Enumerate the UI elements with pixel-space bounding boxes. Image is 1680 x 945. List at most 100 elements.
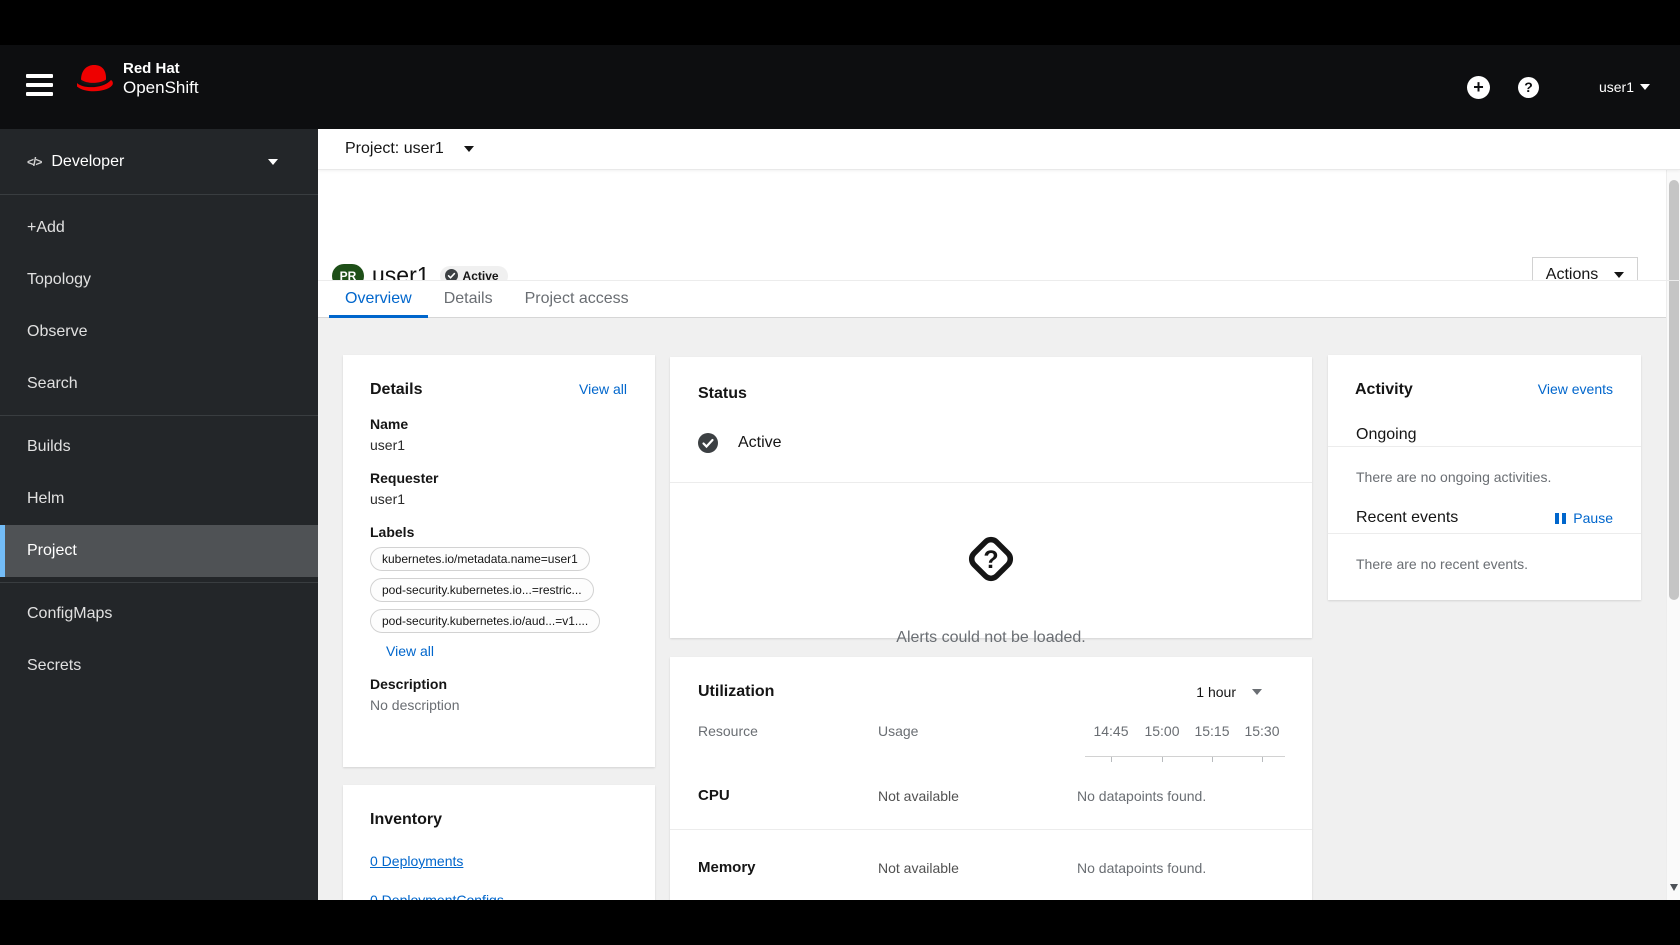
sidebar-item-helm[interactable]: Helm [0,473,318,525]
status-card: Status Active ? Alerts could not be load… [670,357,1312,646]
scroll-down-arrow-icon[interactable] [1670,884,1678,891]
details-card: Details View all Name user1 Requester us… [343,355,655,767]
sidebar-divider [0,415,318,416]
main-area: Project: user1 PR user1 Active Actions O… [318,129,1680,900]
usage-value: Not available [878,859,959,876]
letterbox-bottom [0,900,1680,945]
sidebar-item-configmaps[interactable]: ConfigMaps [0,588,318,640]
recent-events-section-title: Recent events [1356,509,1459,526]
ongoing-section-title: Ongoing [1356,426,1417,443]
overview-content: Details View all Name user1 Requester us… [318,318,1680,900]
sidebar-item-builds[interactable]: Builds [0,421,318,473]
sidebar-item-add[interactable]: +Add [0,202,318,254]
scrollbar-thumb[interactable] [1669,180,1679,600]
sidebar-item-observe[interactable]: Observe [0,306,318,358]
caret-down-icon [463,146,474,152]
tab-details[interactable]: Details [428,280,509,317]
utilization-card-title: Utilization [698,683,775,700]
project-status-text: Active [738,434,782,451]
tab-overview[interactable]: Overview [329,280,428,318]
project-bar: Project: user1 [318,129,1680,170]
status-card-title: Status [698,385,747,402]
details-card-title: Details [370,381,423,398]
sidebar-divider [0,582,318,583]
time-axis-label: 15:30 [1244,723,1280,739]
project-selector[interactable]: Project: user1 [345,140,474,158]
inventory-deployments-link[interactable]: 0 Deployments [370,853,628,869]
help-button[interactable]: ? [1517,76,1539,98]
sidebar-item-secrets[interactable]: Secrets [0,640,318,692]
brand-name-openshift: OpenShift [123,77,199,97]
duration-select[interactable]: 1 hour [1196,684,1262,700]
labels-view-all-link[interactable]: View all [386,643,434,659]
name-value: user1 [370,437,406,453]
inventory-card: Inventory 0 Deployments 0 DeploymentConf… [343,785,655,900]
quick-create-button[interactable]: + [1466,75,1490,99]
pause-events-button[interactable]: Pause [1555,510,1613,526]
letterbox-top [0,0,1680,45]
label-chip[interactable]: pod-security.kubernetes.io/aud...=v1.... [370,609,601,633]
view-events-link[interactable]: View events [1538,381,1613,397]
details-view-all-link[interactable]: View all [579,381,627,397]
resource-name[interactable]: Memory [698,859,878,876]
recent-events-empty-message: There are no recent events. [1356,556,1528,572]
activity-card-title: Activity [1355,381,1413,398]
pause-icon [1555,512,1567,524]
username: user1 [1598,79,1634,95]
alerts-empty-state: ? Alerts could not be loaded. [670,483,1312,647]
project-status-row: Active [670,403,1312,482]
sidebar: </> Developer +Add Topology Observe Sear… [0,129,318,900]
code-icon: </> [27,154,42,169]
time-axis-label: 15:00 [1144,723,1180,739]
pause-label: Pause [1573,510,1613,526]
nav-toggle-button[interactable] [26,74,53,101]
time-axis [1085,756,1285,762]
caret-down-icon [1252,689,1262,695]
description-label: Description [370,676,448,692]
vertical-scrollbar[interactable] [1666,129,1680,900]
time-axis-label: 14:45 [1093,723,1129,739]
svg-text:?: ? [983,546,998,574]
sidebar-item-topology[interactable]: Topology [0,254,318,306]
hamburger-icon [26,74,53,96]
chart-empty-message: No datapoints found. [1077,859,1207,876]
usage-value: Not available [878,787,959,804]
brand-name-redhat: Red Hat [123,60,180,77]
resource-name[interactable]: CPU [698,787,878,804]
redhat-openshift-logo[interactable]: Red Hat OpenShift [73,60,199,97]
description-value: No description [370,697,460,713]
time-axis-label: 15:15 [1194,723,1230,739]
utilization-row-memory: Memory Not available No datapoints found… [670,830,1312,900]
tab-project-access[interactable]: Project access [509,280,645,317]
utilization-card: Utilization 1 hour Resource Usage 14:45 … [670,657,1312,900]
masthead: Red Hat OpenShift + ? user1 [0,45,1680,129]
check-circle-icon [698,433,718,453]
inventory-card-title: Inventory [370,811,443,828]
name-label: Name [370,416,409,432]
label-chip[interactable]: kubernetes.io/metadata.name=user1 [370,547,590,571]
label-chip[interactable]: pod-security.kubernetes.io...=restric... [370,578,594,602]
sidebar-item-search[interactable]: Search [0,358,318,410]
resource-column-header: Resource [698,723,758,739]
usage-column-header: Usage [878,723,919,739]
caret-down-icon [268,158,278,165]
question-circle-icon: ? [1517,76,1539,98]
perspective-switcher[interactable]: </> Developer [0,129,318,195]
caret-down-icon [1640,84,1650,90]
project-selector-label: Project: user1 [345,140,444,157]
requester-value: user1 [370,491,406,507]
ongoing-empty-message: There are no ongoing activities. [1356,469,1552,485]
masthead-toolbar: + ? user1 [1466,45,1650,129]
alerts-message: Alerts could not be loaded. [896,629,1086,646]
perspective-label: Developer [51,152,125,170]
requester-label: Requester [370,470,439,486]
sidebar-item-project[interactable]: Project [0,525,318,577]
inventory-deploymentconfigs-link[interactable]: 0 DeploymentConfigs [370,892,628,900]
activity-card: Activity View events Ongoing There are n… [1328,355,1641,600]
unknown-question-icon: ? [968,536,1014,582]
duration-value: 1 hour [1196,684,1236,700]
user-menu[interactable]: user1 [1599,79,1650,95]
plus-circle-icon: + [1466,75,1490,99]
chart-empty-message: No datapoints found. [1077,787,1207,804]
tab-bar: Overview Details Project access [318,280,1680,318]
